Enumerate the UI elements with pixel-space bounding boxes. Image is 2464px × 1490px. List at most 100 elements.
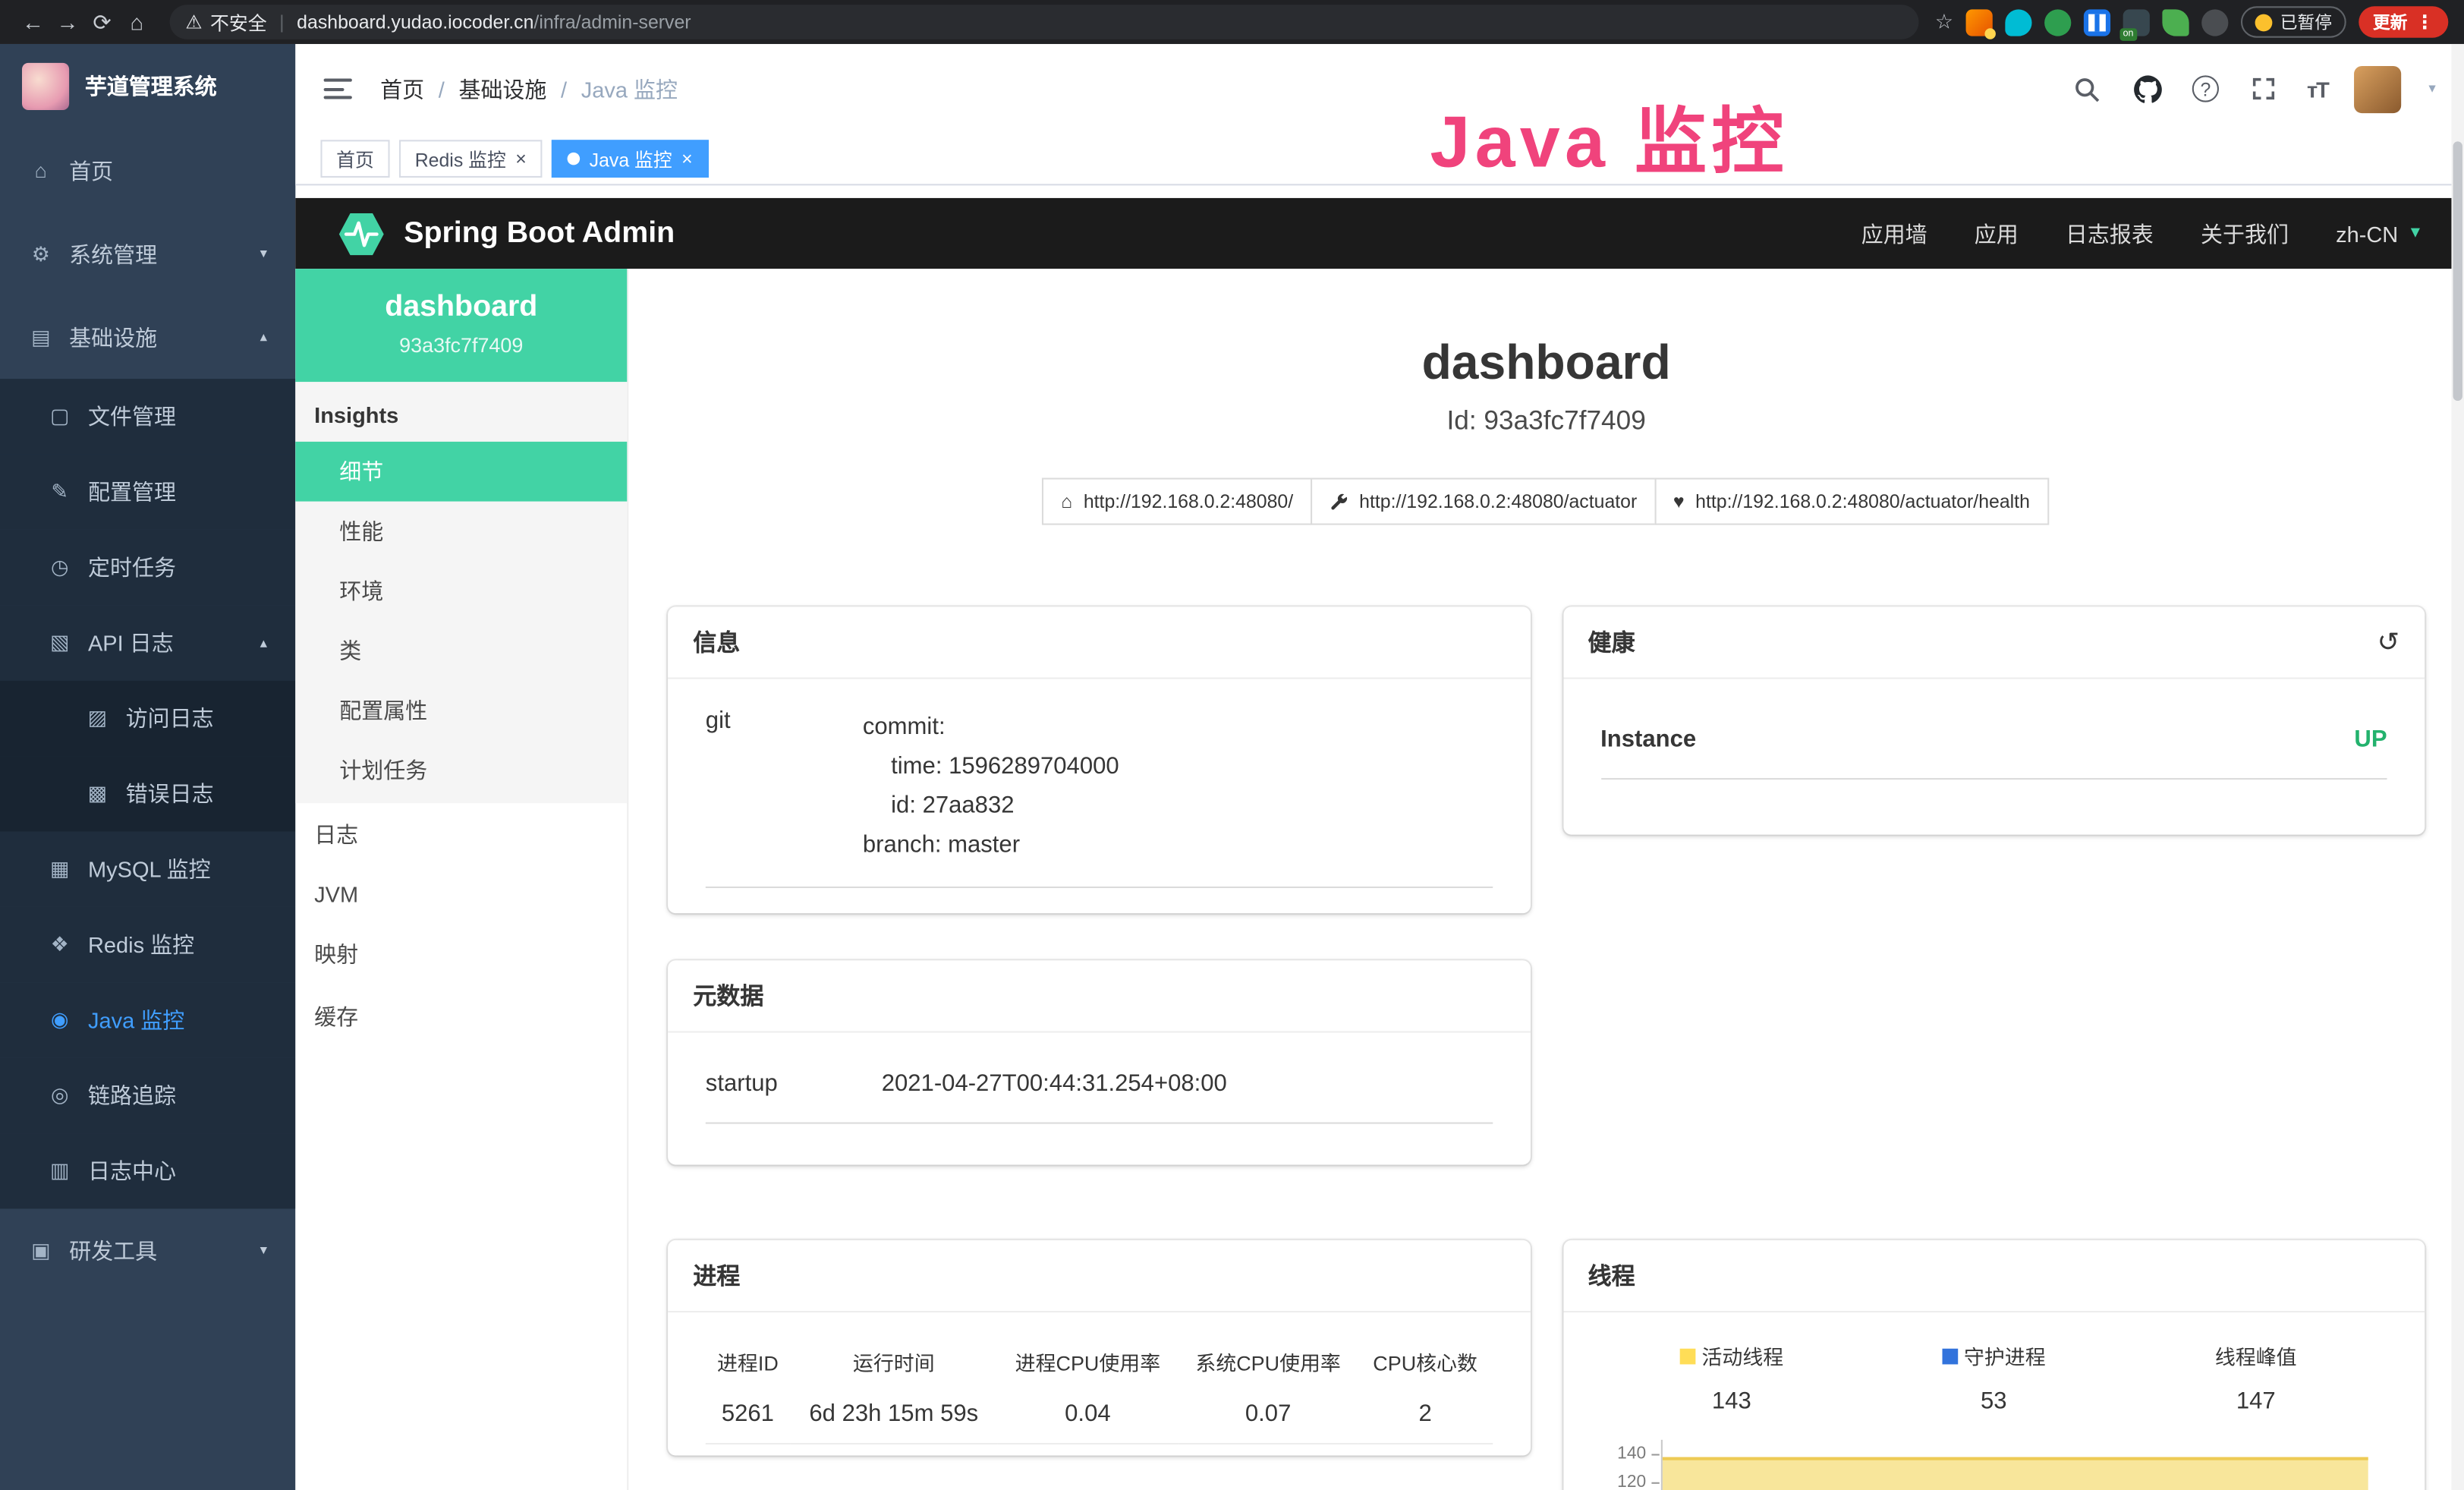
sba-instance-header[interactable]: dashboard 93a3fc7f7409: [295, 269, 627, 382]
sba-item-caches[interactable]: 缓存: [295, 985, 627, 1048]
tab-label: 首页: [336, 146, 374, 172]
forward-icon[interactable]: →: [50, 5, 85, 39]
link-base-url[interactable]: ⌂ http://192.168.0.2:48080/: [1042, 478, 1312, 525]
sba-nav-journal[interactable]: 日志报表: [2066, 218, 2154, 249]
sba-item-details[interactable]: 细节: [295, 442, 627, 502]
scrollbar-thumb[interactable]: [2453, 141, 2462, 401]
grid-extension-icon[interactable]: [2084, 8, 2110, 35]
scrollbar[interactable]: [2451, 44, 2464, 1490]
sba-item-jvm[interactable]: JVM: [295, 866, 627, 923]
active-dot: [568, 153, 581, 165]
sba-item-scheduled-tasks[interactable]: 计划任务: [295, 740, 627, 800]
update-button[interactable]: 更新 ⋮: [2359, 6, 2448, 37]
chart-y-axis: 140 120 100: [1603, 1440, 1660, 1490]
sidebar-item-trace[interactable]: ◎ 链路追踪: [0, 1058, 295, 1133]
url-host[interactable]: dashboard.yudao.iocoder.cn: [297, 11, 533, 33]
col-uptime: 运行时间: [790, 1337, 998, 1388]
user-avatar[interactable]: [2355, 65, 2402, 112]
font-size-icon[interactable]: тT: [2307, 76, 2328, 101]
switch-extension-icon[interactable]: on: [2123, 8, 2150, 35]
tab-home[interactable]: 首页: [320, 140, 389, 178]
page-title: dashboard: [628, 335, 2464, 392]
home-icon: ⌂: [28, 159, 53, 182]
legend-value: 53: [1863, 1388, 2125, 1415]
leaf-extension-icon[interactable]: [2162, 8, 2189, 35]
table-row: git commit: time: 1596289704000 id: 27aa…: [706, 701, 1492, 888]
close-icon[interactable]: ×: [681, 150, 693, 169]
breadcrumb-infrastructure[interactable]: 基础设施: [458, 73, 546, 104]
puzzle-extension-icon[interactable]: [2201, 8, 2228, 35]
val-cpu-cores: 2: [1358, 1388, 1492, 1444]
github-icon[interactable]: [2131, 71, 2166, 106]
fox-extension-icon[interactable]: [1966, 8, 1993, 35]
app-title: 芋道管理系统: [85, 71, 217, 102]
sidebar-item-dev-tools[interactable]: ▣ 研发工具 ▾: [0, 1208, 295, 1292]
sba-nav-about[interactable]: 关于我们: [2201, 218, 2289, 249]
sidebar-item-scheduled-jobs[interactable]: ◷ 定时任务: [0, 530, 295, 605]
sidebar-item-file-manage[interactable]: ▢ 文件管理: [0, 379, 295, 454]
address-bar[interactable]: ⚠ 不安全 | dashboard.yudao.iocoder.cn /infr…: [170, 5, 1920, 39]
sba-body: dashboard 93a3fc7f7409 Insights 细节 性能 环境…: [295, 269, 2464, 1490]
legend-value: 143: [1600, 1388, 1862, 1415]
sba-locale-select[interactable]: zh-CN ▼: [2336, 221, 2423, 246]
sidebar-item-log-center[interactable]: ▥ 日志中心: [0, 1133, 295, 1208]
refresh-icon[interactable]: ⟳: [85, 5, 120, 39]
legend-swatch-yellow: [1679, 1348, 1695, 1364]
sba-item-mappings[interactable]: 映射: [295, 923, 627, 986]
sba-item-classes[interactable]: 类: [295, 621, 627, 681]
update-label: 更新: [2373, 9, 2408, 34]
fullscreen-icon[interactable]: [2245, 71, 2280, 106]
avatar-caret-icon[interactable]: ▾: [2428, 80, 2435, 98]
chevron-up-icon: ▴: [260, 635, 267, 652]
close-icon[interactable]: ×: [515, 150, 527, 169]
sba-item-logs[interactable]: 日志: [295, 803, 627, 866]
bookmark-star-icon[interactable]: ☆: [1935, 9, 1953, 34]
sba-item-environment[interactable]: 环境: [295, 561, 627, 621]
smiley-icon: [2255, 14, 2273, 31]
back-icon[interactable]: ←: [16, 5, 51, 39]
link-health-url[interactable]: ♥ http://192.168.0.2:48080/actuator/heal…: [1654, 478, 2049, 525]
sidebar-item-label: 基础设施: [69, 321, 157, 352]
sidebar-item-system[interactable]: ⚙ 系统管理 ▾: [0, 213, 295, 296]
sidebar-item-infrastructure[interactable]: ▤ 基础设施 ▴: [0, 295, 295, 379]
col-system-cpu: 系统CPU使用率: [1178, 1337, 1358, 1388]
sba-item-metrics[interactable]: 性能: [295, 502, 627, 562]
threads-card: 线程 活动线程 14: [1562, 1240, 2425, 1490]
omnibox-divider: |: [279, 11, 284, 33]
wrench-icon: [1330, 492, 1348, 511]
security-label[interactable]: 不安全: [210, 8, 267, 35]
sidebar-item-home[interactable]: ⌂ 首页: [0, 129, 295, 213]
val-pid: 5261: [706, 1388, 790, 1444]
sba-nav-wallboard[interactable]: 应用墙: [1861, 218, 1927, 249]
hamburger-icon[interactable]: [324, 79, 352, 99]
breadcrumb-home[interactable]: 首页: [380, 73, 424, 104]
sidebar-item-label: Java 监控: [88, 1004, 184, 1035]
green-circle-extension-icon[interactable]: [2044, 8, 2071, 35]
sidebar-item-java-monitor[interactable]: ◉ Java 监控: [0, 982, 295, 1057]
sidebar-item-redis-monitor[interactable]: ❖ Redis 监控: [0, 907, 295, 982]
sba-item-config-props[interactable]: 配置属性: [295, 681, 627, 741]
sidebar-item-access-log[interactable]: ▨ 访问日志: [0, 681, 295, 756]
sba-brand[interactable]: Spring Boot Admin: [336, 208, 675, 258]
table-row: 5261 6d 23h 15m 59s 0.04 0.07 2: [706, 1388, 1492, 1444]
home-icon[interactable]: ⌂: [119, 5, 154, 39]
sba-nav-applications[interactable]: 应用: [1975, 218, 2019, 249]
sidebar-item-api-log[interactable]: ▧ API 日志 ▴: [0, 605, 295, 680]
tab-java-monitor[interactable]: Java 监控 ×: [552, 140, 708, 178]
app-logo[interactable]: 芋道管理系统: [0, 44, 295, 129]
kebab-menu-icon[interactable]: ⋮: [2415, 11, 2434, 33]
sidebar-item-mysql-monitor[interactable]: ▦ MySQL 监控: [0, 831, 295, 906]
drop-extension-icon[interactable]: [2005, 8, 2031, 35]
sidebar-item-config-manage[interactable]: ✎ 配置管理: [0, 454, 295, 529]
help-icon[interactable]: ?: [2192, 75, 2219, 102]
paused-badge[interactable]: 已暂停: [2241, 6, 2346, 37]
sidebar-item-error-log[interactable]: ▩ 错误日志: [0, 756, 295, 831]
tab-redis-monitor[interactable]: Redis 监控 ×: [399, 140, 543, 178]
sidebar-item-label: 文件管理: [88, 401, 176, 432]
history-icon[interactable]: ↺: [2377, 626, 2400, 657]
search-icon[interactable]: [2069, 71, 2104, 106]
browser-actions: ☆ on 已暂停 更新 ⋮: [1935, 6, 2448, 37]
url-path[interactable]: /infra/admin-server: [533, 11, 691, 33]
link-actuator-url[interactable]: http://192.168.0.2:48080/actuator: [1311, 478, 1656, 525]
threads-card-body: 活动线程 143 守护进程: [1562, 1312, 2425, 1490]
